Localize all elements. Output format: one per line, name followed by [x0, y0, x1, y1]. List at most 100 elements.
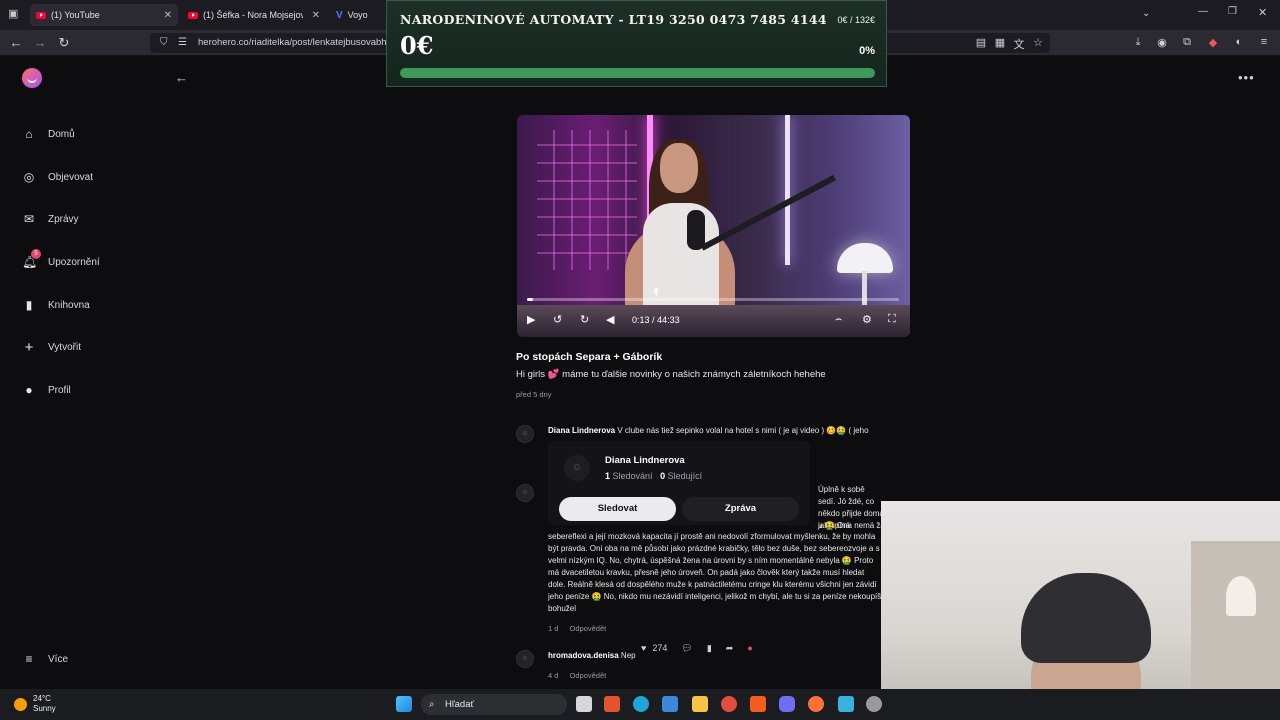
comment-meta: 4 d Odpovědět: [548, 671, 615, 680]
firefox-icon[interactable]: [808, 696, 824, 712]
emoji-reaction-icon[interactable]: ●: [747, 643, 752, 653]
settings-icon[interactable]: [866, 696, 882, 712]
sidebar-item-notifications[interactable]: 🔔︎ 5 Upozornění: [22, 249, 100, 270]
avatar[interactable]: ☺: [516, 425, 534, 443]
like-icon[interactable]: ♥︎: [641, 643, 646, 653]
translate-icon[interactable]: 文: [1012, 36, 1026, 52]
back-arrow-icon[interactable]: ←: [175, 70, 188, 85]
tab-sefka[interactable]: (1) Šéfka - Nora Mojsejová 1x0 ✕: [182, 4, 326, 26]
home-icon: ⌂: [25, 127, 33, 141]
compass-icon: ◎: [23, 170, 35, 184]
forward-10-icon[interactable]: ↻: [580, 313, 589, 326]
settings-gear-icon[interactable]: ⚙: [862, 313, 872, 326]
volume-icon[interactable]: ◀: [606, 313, 614, 326]
video-time: 0:13 / 44:33: [632, 315, 680, 325]
donation-goal-overlay: NARODENINOVÉ AUTOMATY - LT19 3250 0473 7…: [386, 0, 887, 87]
tab-label: (1) YouTube: [51, 10, 100, 20]
avatar[interactable]: ☺: [516, 484, 534, 502]
discord-icon[interactable]: [779, 696, 795, 712]
sidebar-item-more[interactable]: ≡ Více: [22, 651, 68, 667]
plus-icon: +: [24, 338, 34, 356]
headphones-icon[interactable]: ⌢: [835, 313, 842, 326]
photos-icon[interactable]: [662, 696, 678, 712]
sidebar-item-label: Domů: [48, 128, 75, 140]
popover-stats: 1 Sledování 0 Sledující: [605, 471, 702, 481]
sidebar-item-profile[interactable]: ● Profil: [22, 382, 70, 398]
tab-youtube[interactable]: (1) YouTube ✕: [30, 4, 178, 26]
reader-icon[interactable]: ▤: [974, 36, 988, 49]
comment-age: 4 d: [548, 671, 559, 680]
followers-label: Sledující: [667, 471, 703, 481]
windows-start-icon[interactable]: [396, 696, 412, 712]
screenshot-icon[interactable]: ▦: [993, 36, 1007, 49]
fullscreen-icon[interactable]: ⛶: [888, 313, 896, 326]
extensions-icon[interactable]: ⧉: [1180, 36, 1194, 49]
video-player[interactable]: ▶ ↺ ↻ ◀ 0:13 / 44:33 ⌢ ⚙ ⛶: [517, 115, 910, 337]
notepad-icon[interactable]: [838, 696, 854, 712]
weather-widget[interactable]: 24°C Sunny: [14, 694, 56, 714]
store-icon[interactable]: [604, 696, 620, 712]
video-progress-played: [527, 298, 533, 301]
person-icon: ●: [25, 383, 33, 397]
windows-taskbar: 24°C Sunny ⌕ Hľadať: [0, 689, 1280, 720]
comment-age: 1 d: [548, 624, 559, 633]
share-icon[interactable]: ➦: [726, 643, 734, 654]
reload-icon[interactable]: ↻: [56, 35, 72, 51]
comment-author[interactable]: hromadova.denisa: [548, 651, 619, 660]
rewind-10-icon[interactable]: ↺: [553, 313, 562, 326]
back-icon[interactable]: ←: [8, 35, 24, 50]
star-icon[interactable]: ☆: [1031, 36, 1045, 49]
tab-voyo[interactable]: V Voyo: [330, 4, 384, 26]
menu-icon[interactable]: ≡: [1257, 36, 1271, 48]
message-button[interactable]: Zpráva: [682, 497, 799, 521]
sidebar-item-create[interactable]: + Vytvořit: [22, 338, 81, 356]
comment-meta: 1 d Odpovědět: [548, 624, 615, 633]
chrome-icon[interactable]: [721, 696, 737, 712]
file-explorer-icon[interactable]: [692, 696, 708, 712]
taskbar-search[interactable]: ⌕ Hľadať: [421, 694, 567, 715]
sidebar-item-library[interactable]: ▮ Knihovna: [22, 297, 90, 313]
more-options-icon[interactable]: •••: [1238, 70, 1255, 85]
reply-link[interactable]: Odpovědět: [570, 671, 607, 680]
brave-icon[interactable]: [750, 696, 766, 712]
webcam-cap: [1021, 573, 1151, 663]
sidebar-item-messages[interactable]: ✉ Zprávy: [22, 211, 79, 227]
maximize-icon[interactable]: ❐: [1228, 6, 1237, 17]
close-icon[interactable]: ✕: [164, 10, 172, 21]
herohero-logo[interactable]: [22, 68, 42, 88]
tab-label: Voyo: [347, 10, 368, 20]
comment-author[interactable]: Diana Lindnerova: [548, 426, 615, 435]
video-progress-bar[interactable]: [527, 298, 899, 301]
avatar[interactable]: ☺: [564, 455, 590, 481]
chevron-down-icon[interactable]: ⌄: [1142, 8, 1150, 19]
video-frame-light: [785, 115, 790, 265]
task-view-icon[interactable]: [576, 696, 592, 712]
video-frame-mic: [687, 210, 705, 250]
minimize-icon[interactable]: —: [1198, 6, 1208, 17]
avatar[interactable]: ☺: [516, 650, 534, 668]
bookmark-icon[interactable]: ▮: [707, 643, 712, 654]
forward-icon[interactable]: →: [32, 35, 48, 50]
close-icon[interactable]: ✕: [312, 10, 320, 21]
sidebar-item-home[interactable]: ⌂ Domů: [22, 126, 75, 142]
close-window-icon[interactable]: ✕: [1258, 6, 1267, 19]
reply-link[interactable]: Odpovědět: [570, 624, 607, 633]
comment-text: Nep: [620, 651, 636, 660]
sidebar-item-label: Knihovna: [48, 299, 90, 311]
play-icon[interactable]: ▶: [527, 313, 535, 326]
popover-user-name[interactable]: Diana Lindnerova: [605, 455, 685, 466]
extension-icon[interactable]: ◆: [1206, 36, 1220, 49]
tab-list-icon[interactable]: ▣: [8, 7, 18, 20]
edge-icon[interactable]: [633, 696, 649, 712]
follow-button[interactable]: Sledovat: [559, 497, 676, 521]
donation-percent: 0%: [859, 45, 875, 57]
comment-icon[interactable]: 💬︎: [681, 643, 692, 654]
donation-amount: 0€: [400, 31, 434, 60]
sidebar-item-discover[interactable]: ◎ Objevovat: [22, 169, 93, 185]
download-icon[interactable]: ⤓: [1131, 36, 1145, 49]
sun-icon: [14, 697, 27, 711]
video-frame-background: [537, 130, 637, 270]
extension-icon[interactable]: ◐: [1232, 36, 1246, 48]
account-icon[interactable]: ◉: [1155, 36, 1169, 49]
site-info-icon[interactable]: ☰: [178, 33, 187, 53]
